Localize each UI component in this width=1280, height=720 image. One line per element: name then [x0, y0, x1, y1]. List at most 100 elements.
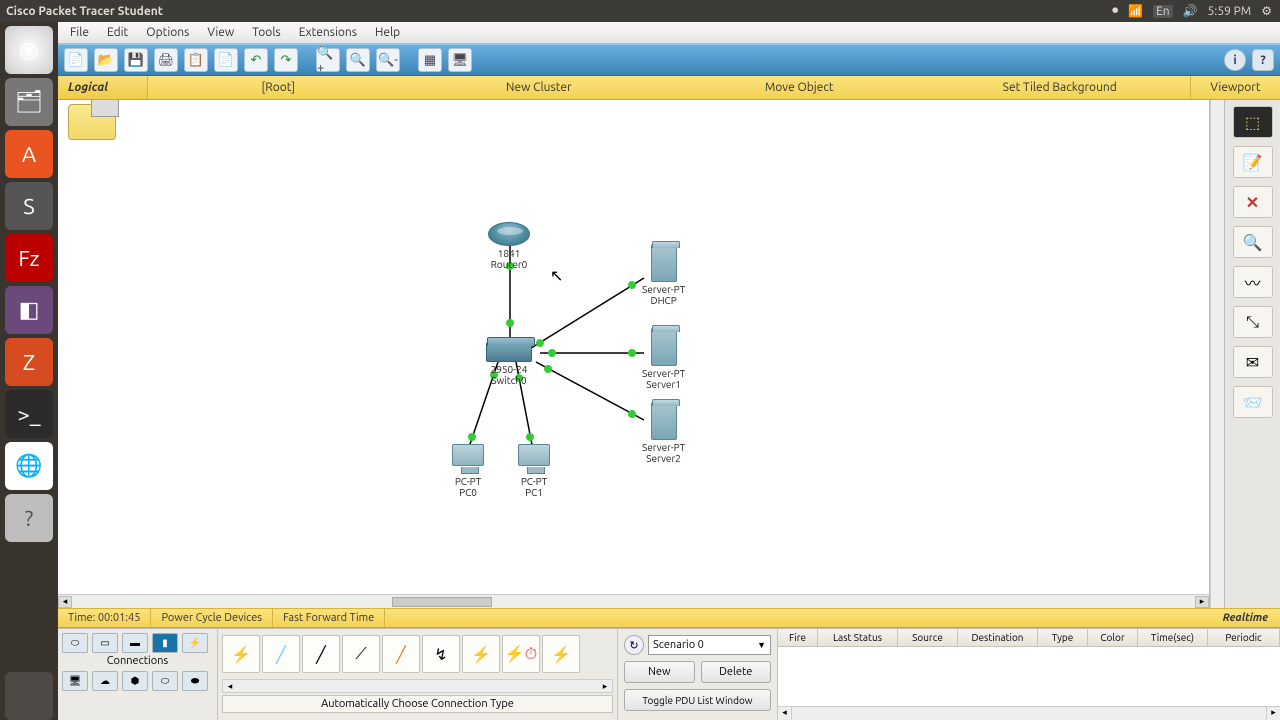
- workspace-vscroll[interactable]: [1210, 100, 1224, 608]
- serial-dte-icon[interactable]: ⚡: [542, 635, 580, 673]
- console-cable-icon[interactable]: ╱: [262, 635, 300, 673]
- scenario-delete-button[interactable]: Delete: [701, 661, 772, 683]
- pdu-col-laststatus[interactable]: Last Status: [818, 629, 898, 646]
- menu-options[interactable]: Options: [146, 26, 189, 39]
- logical-workspace[interactable]: 1841Router0 2950-24Switch0 Server-PTDHCP…: [58, 100, 1209, 594]
- wireless-category-icon[interactable]: ▮: [152, 633, 178, 653]
- viewport-button[interactable]: Viewport: [1190, 76, 1280, 99]
- dash-icon[interactable]: ◎: [5, 26, 53, 74]
- language-indicator[interactable]: En: [1153, 5, 1173, 18]
- menu-file[interactable]: File: [70, 26, 89, 39]
- misc-icon[interactable]: ⬬: [182, 671, 208, 691]
- scenario-cycle-icon[interactable]: ↻: [624, 635, 644, 655]
- end-devices-icon[interactable]: 🖥: [62, 671, 88, 691]
- redo-icon[interactable]: ↷: [274, 48, 298, 72]
- device-server1[interactable]: Server-PTServer1: [642, 328, 685, 390]
- pdu-col-destination[interactable]: Destination: [958, 629, 1038, 646]
- custom-icon[interactable]: ⬢: [122, 671, 148, 691]
- pdu-col-source[interactable]: Source: [898, 629, 958, 646]
- power-icon[interactable]: ⚙: [1261, 4, 1272, 18]
- pdu-col-color[interactable]: Color: [1088, 629, 1138, 646]
- pdu-col-time[interactable]: Time(sec): [1138, 629, 1208, 646]
- help-icon[interactable]: ?: [5, 494, 53, 542]
- terminal-icon[interactable]: >_: [5, 390, 53, 438]
- wan-icon[interactable]: ☁: [92, 671, 118, 691]
- scroll-right-icon[interactable]: ▸: [1195, 596, 1209, 608]
- navigation-widget[interactable]: [68, 104, 116, 140]
- scenario-new-button[interactable]: New: [624, 661, 695, 683]
- pdu-list-body[interactable]: [778, 647, 1280, 706]
- menu-view[interactable]: View: [207, 26, 234, 39]
- straight-cable-icon[interactable]: ╱: [302, 635, 340, 673]
- volume-icon[interactable]: 🔊: [1183, 4, 1198, 18]
- phone-cable-icon[interactable]: ↯: [422, 635, 460, 673]
- device-router0[interactable]: 1841Router0: [488, 222, 530, 270]
- note-tool-icon[interactable]: 📝: [1233, 146, 1273, 178]
- help-question-icon[interactable]: ?: [1252, 49, 1274, 71]
- move-object-button[interactable]: Move Object: [669, 81, 930, 94]
- app-icon-4[interactable]: Z: [5, 338, 53, 386]
- menu-tools[interactable]: Tools: [252, 26, 281, 39]
- device-pc0[interactable]: PC-PTPC0: [452, 444, 484, 498]
- device-server2[interactable]: Server-PTServer2: [642, 402, 685, 464]
- pdu-col-periodic[interactable]: Periodic: [1208, 629, 1280, 646]
- delete-tool-icon[interactable]: ✕: [1233, 186, 1273, 218]
- logical-tab[interactable]: Logical: [58, 76, 148, 99]
- new-cluster-button[interactable]: New Cluster: [409, 81, 670, 94]
- toggle-pdu-list-button[interactable]: Toggle PDU List Window: [624, 689, 771, 711]
- zoom-out-icon[interactable]: 🔍-: [376, 48, 400, 72]
- files-icon[interactable]: 🗂: [5, 78, 53, 126]
- clock[interactable]: 5:59 PM: [1208, 5, 1252, 18]
- new-file-icon[interactable]: 📄: [64, 48, 88, 72]
- info-icon[interactable]: i: [1224, 49, 1246, 71]
- fiber-cable-icon[interactable]: ╱: [382, 635, 420, 673]
- zoom-in-icon[interactable]: 🔍+: [316, 48, 340, 72]
- pdu-hscroll[interactable]: ◂ ▸: [778, 706, 1280, 720]
- inspect-tool-icon[interactable]: 🔍: [1233, 226, 1273, 258]
- chrome-icon[interactable]: 🌐: [5, 442, 53, 490]
- workspace-hscroll[interactable]: ◂ ▸: [58, 594, 1209, 608]
- device-server-dhcp[interactable]: Server-PTDHCP: [642, 244, 685, 306]
- coax-cable-icon[interactable]: ⚡: [462, 635, 500, 673]
- open-file-icon[interactable]: 📂: [94, 48, 118, 72]
- custom-devices-icon[interactable]: 🖥: [448, 48, 472, 72]
- resize-tool-icon[interactable]: ⤡: [1233, 306, 1273, 338]
- serial-dce-icon[interactable]: ⚡⏱: [502, 635, 540, 673]
- set-tiled-bg-button[interactable]: Set Tiled Background: [930, 81, 1191, 94]
- print-icon[interactable]: 🖨: [154, 48, 178, 72]
- menu-edit[interactable]: Edit: [107, 26, 128, 39]
- fast-forward-button[interactable]: Fast Forward Time: [273, 609, 385, 627]
- menu-help[interactable]: Help: [375, 26, 400, 39]
- hubs-category-icon[interactable]: ▬: [122, 633, 148, 653]
- multiuser-icon[interactable]: ⬭: [152, 671, 178, 691]
- switches-category-icon[interactable]: ▭: [92, 633, 118, 653]
- save-icon[interactable]: 💾: [124, 48, 148, 72]
- menu-extensions[interactable]: Extensions: [299, 26, 357, 39]
- auto-cable-icon[interactable]: ⚡: [222, 635, 260, 673]
- device-pc1[interactable]: PC-PTPC1: [518, 444, 550, 498]
- realtime-tab[interactable]: Realtime: [1211, 612, 1280, 624]
- trash-icon[interactable]: [5, 672, 53, 720]
- select-tool-icon[interactable]: ⬚: [1233, 106, 1273, 138]
- connections-category-icon[interactable]: ⚡: [182, 633, 208, 653]
- paste-icon[interactable]: 📄: [214, 48, 238, 72]
- pdu-col-type[interactable]: Type: [1038, 629, 1088, 646]
- root-button[interactable]: [Root]: [148, 81, 409, 94]
- wifi-icon[interactable]: 📶: [1128, 4, 1143, 18]
- scroll-left-icon[interactable]: ◂: [58, 596, 72, 608]
- app-icon-2[interactable]: S: [5, 182, 53, 230]
- pdu-col-fire[interactable]: Fire: [778, 629, 818, 646]
- copy-icon[interactable]: 📋: [184, 48, 208, 72]
- palette-icon[interactable]: ▦: [418, 48, 442, 72]
- conn-hscroll[interactable]: ◂ ▸: [222, 679, 613, 693]
- filezilla-icon[interactable]: Fz: [5, 234, 53, 282]
- scenario-select[interactable]: Scenario 0▼: [648, 635, 771, 655]
- draw-tool-icon[interactable]: 〰: [1233, 266, 1273, 298]
- simple-pdu-icon[interactable]: ✉: [1233, 346, 1273, 378]
- app-icon-1[interactable]: A: [5, 130, 53, 178]
- power-cycle-button[interactable]: Power Cycle Devices: [151, 609, 273, 627]
- zoom-reset-icon[interactable]: 🔍: [346, 48, 370, 72]
- routers-category-icon[interactable]: ⬭: [62, 633, 88, 653]
- device-switch0[interactable]: 2950-24Switch0: [486, 342, 532, 386]
- undo-icon[interactable]: ↶: [244, 48, 268, 72]
